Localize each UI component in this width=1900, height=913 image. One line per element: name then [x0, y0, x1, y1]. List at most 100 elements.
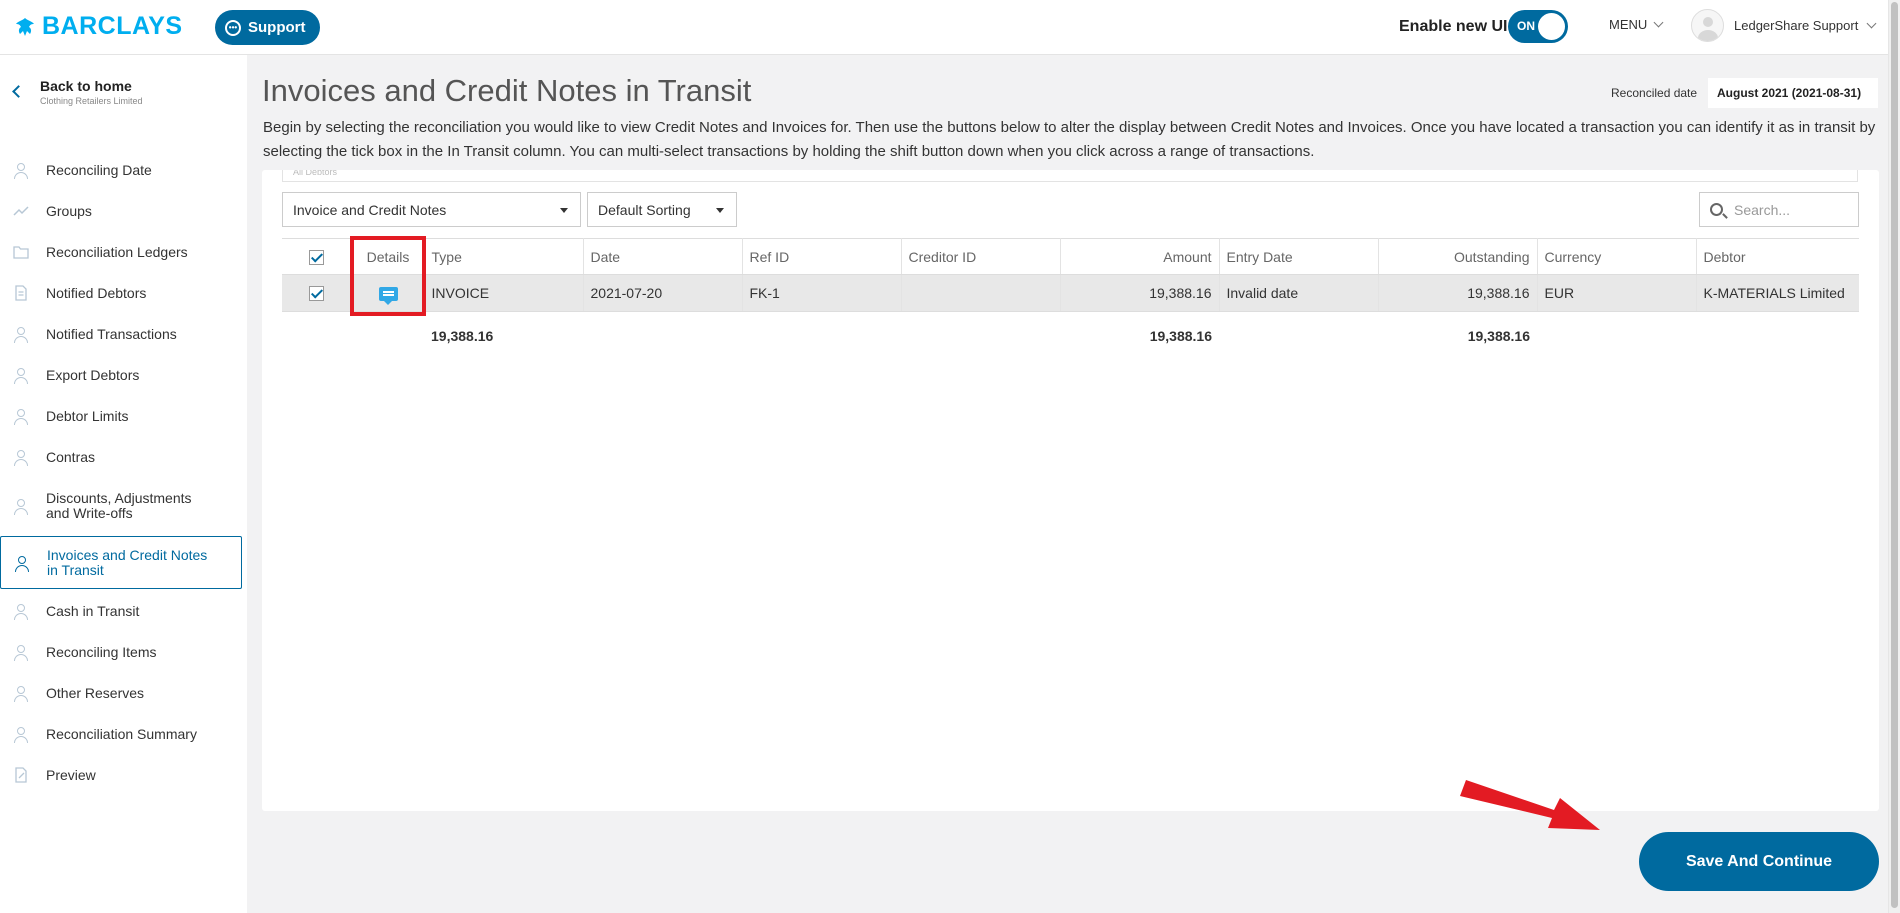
sidebar-item-label: Debtor Limits — [46, 407, 129, 424]
edit-document-icon — [15, 766, 27, 783]
chevron-down-icon — [1866, 18, 1877, 29]
sidebar-nav: Reconciling Date Groups Reconciliation L… — [0, 149, 247, 795]
search-box[interactable]: Search... — [1699, 192, 1859, 227]
save-and-continue-button[interactable]: Save And Continue — [1639, 832, 1879, 891]
transactions-panel: All Debtors Invoice and Credit Notes Def… — [262, 170, 1879, 811]
scroll-thumb[interactable] — [1891, 2, 1898, 908]
sidebar-item-reconciling-date[interactable]: Reconciling Date — [0, 149, 247, 190]
col-amount[interactable]: Amount — [1060, 238, 1220, 275]
support-button[interactable]: ••• Support — [215, 10, 320, 45]
chevron-down-icon — [1653, 17, 1664, 28]
type-filter-value: Invoice and Credit Notes — [293, 201, 447, 218]
cell-currency: EUR — [1537, 274, 1697, 312]
person-icon — [13, 644, 29, 661]
user-menu[interactable]: LedgerShare Support — [1691, 9, 1877, 42]
sidebar-item-reconciliation-ledgers[interactable]: Reconciliation Ledgers — [0, 231, 247, 272]
person-icon — [13, 685, 29, 702]
sidebar-item-label: Notified Transactions — [46, 325, 177, 342]
cell-date: 2021-07-20 — [583, 274, 743, 312]
barclays-logo[interactable]: BARCLAYS — [14, 12, 183, 41]
back-to-home-link[interactable]: Back to home Clothing Retailers Limited — [12, 78, 143, 106]
avatar — [1691, 9, 1724, 42]
sidebar-item-reconciliation-summary[interactable]: Reconciliation Summary — [0, 713, 247, 754]
person-icon — [13, 367, 29, 384]
sidebar-item-other-reserves[interactable]: Other Reserves — [0, 672, 247, 713]
sidebar-item-cash-in-transit[interactable]: Cash in Transit — [0, 590, 247, 631]
sidebar-item-reconciling-items[interactable]: Reconciling Items — [0, 631, 247, 672]
sidebar-item-label: Discounts, Adjustments and Write-offs — [46, 490, 192, 521]
table-row[interactable]: INVOICE 2021-07-20 FK-1 19,388.16 Invali… — [282, 274, 1859, 312]
toggle-knob — [1538, 13, 1565, 40]
menu-dropdown[interactable]: MENU — [1609, 17, 1664, 32]
col-debtor[interactable]: Debtor — [1696, 238, 1859, 275]
total-type: 19,388.16 — [431, 327, 494, 344]
sidebar-item-export-debtors[interactable]: Export Debtors — [0, 354, 247, 395]
support-label: Support — [248, 19, 306, 36]
sort-value: Default Sorting — [598, 201, 691, 218]
sidebar-item-discounts[interactable]: Discounts, Adjustments and Write-offs — [0, 477, 247, 535]
enable-new-ui-label: Enable new UI — [1399, 18, 1508, 35]
top-header: BARCLAYS ••• Support Enable new UI ON ME… — [0, 0, 1888, 55]
select-all-cell — [282, 238, 353, 275]
type-filter-select[interactable]: Invoice and Credit Notes — [282, 192, 581, 227]
page-scrollbar[interactable] — [1888, 0, 1900, 913]
cell-outstanding: 19,388.16 — [1378, 274, 1538, 312]
sidebar-item-contras[interactable]: Contras — [0, 436, 247, 477]
document-icon — [15, 284, 27, 301]
toggle-state: ON — [1517, 19, 1535, 33]
menu-label: MENU — [1609, 17, 1648, 32]
folder-icon — [13, 245, 29, 259]
col-entry-date[interactable]: Entry Date — [1219, 238, 1379, 275]
client-name: Clothing Retailers Limited — [40, 96, 143, 106]
cell-creditor-id — [901, 274, 1061, 312]
person-icon — [13, 726, 29, 743]
col-date[interactable]: Date — [583, 238, 743, 275]
sidebar-item-debtor-limits[interactable]: Debtor Limits — [0, 395, 247, 436]
select-all-checkbox[interactable] — [309, 249, 325, 265]
details-cell — [352, 274, 425, 312]
sidebar: Back to home Clothing Retailers Limited … — [0, 55, 247, 913]
col-outstanding[interactable]: Outstanding — [1378, 238, 1538, 275]
person-icon — [13, 326, 29, 343]
sidebar-item-groups[interactable]: Groups — [0, 190, 247, 231]
row-checkbox[interactable] — [309, 286, 325, 302]
sidebar-item-label: Cash in Transit — [46, 602, 140, 619]
sidebar-item-preview[interactable]: Preview — [0, 754, 247, 795]
debtor-filter[interactable]: All Debtors — [282, 170, 1858, 182]
cell-type: INVOICE — [424, 274, 584, 312]
sidebar-item-label: Invoices and Credit Notes in Transit — [47, 546, 208, 578]
sidebar-item-label: Other Reserves — [46, 684, 145, 701]
trend-icon — [13, 205, 29, 216]
sidebar-item-label: Contras — [46, 448, 96, 465]
sort-select[interactable]: Default Sorting — [587, 192, 737, 227]
sidebar-item-notified-debtors[interactable]: Notified Debtors — [0, 272, 247, 313]
sidebar-item-invoices-in-transit[interactable]: Invoices and Credit Notes in Transit — [0, 536, 242, 589]
chat-icon: ••• — [225, 19, 241, 36]
col-details[interactable]: Details — [352, 238, 425, 275]
sidebar-item-label: Preview — [46, 766, 96, 783]
cell-debtor: K-MATERIALS Limited — [1696, 274, 1859, 312]
sidebar-item-label: Reconciliation Summary — [46, 725, 197, 742]
total-outstanding: 19,388.16 — [1467, 327, 1530, 344]
comment-icon[interactable] — [378, 287, 398, 306]
reconciled-date-value: August 2021 (2021-08-31) — [1708, 78, 1878, 108]
total-amount: 19,388.16 — [1149, 327, 1212, 344]
cell-entry-date: Invalid date — [1219, 274, 1379, 312]
sidebar-item-label: Notified Debtors — [46, 284, 147, 301]
row-select-cell — [282, 274, 353, 312]
sidebar-item-label: Export Debtors — [46, 366, 140, 383]
intro-text: Begin by selecting the reconciliation yo… — [263, 119, 1876, 160]
cell-ref-id: FK-1 — [742, 274, 902, 312]
sidebar-item-notified-transactions[interactable]: Notified Transactions — [0, 313, 247, 354]
table-header-row: Details Type Date Ref ID Creditor ID Amo… — [282, 238, 1859, 275]
col-ref-id[interactable]: Ref ID — [742, 238, 902, 275]
new-ui-toggle[interactable]: ON — [1508, 10, 1568, 43]
totals-row: 19,388.16 19,388.16 19,388.16 — [282, 312, 1859, 360]
logo-text: BARCLAYS — [42, 12, 183, 40]
col-creditor-id[interactable]: Creditor ID — [901, 238, 1061, 275]
transactions-table: Details Type Date Ref ID Creditor ID Amo… — [282, 238, 1859, 360]
col-type[interactable]: Type — [424, 238, 584, 275]
search-placeholder: Search... — [1734, 201, 1791, 218]
sidebar-item-label: Reconciling Items — [46, 643, 157, 660]
col-currency[interactable]: Currency — [1537, 238, 1697, 275]
